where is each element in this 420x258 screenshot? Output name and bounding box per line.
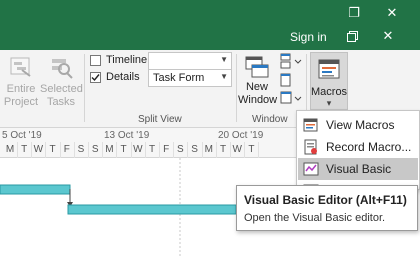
day-label: S	[177, 144, 184, 155]
switch-windows-icon	[280, 91, 302, 104]
day-label: T	[49, 144, 56, 155]
day-label: W	[232, 144, 242, 155]
ribbon-display-options-button[interactable]	[334, 24, 370, 48]
restore-button[interactable]: ❐	[336, 0, 372, 26]
group-separator	[84, 54, 85, 122]
chevron-down-icon: ▾	[326, 98, 332, 108]
macros-icon	[318, 59, 340, 79]
selected-tasks-icon	[52, 59, 73, 79]
record-macro-item[interactable]: Record Macro...	[298, 136, 418, 158]
switch-windows-button[interactable]	[278, 90, 304, 108]
visual-basic-icon	[303, 162, 319, 176]
view-macros-item[interactable]: View Macros	[298, 114, 418, 136]
timeline-label: Timeline	[106, 54, 148, 66]
close-icon: ✕	[382, 28, 394, 43]
arrange-windows-icon	[280, 53, 302, 69]
hide-window-button[interactable]	[278, 72, 304, 90]
restore-icon: ❐	[348, 5, 360, 20]
window-group-label: Window	[252, 114, 288, 125]
split-view-group-label: Split View	[138, 114, 182, 125]
chevron-down-icon: ▼	[220, 72, 228, 81]
window-close-button[interactable]: ✕	[370, 24, 406, 48]
ribbon-display-icon	[346, 30, 358, 42]
close-button[interactable]: ✕	[374, 0, 410, 26]
day-label: T	[120, 144, 127, 155]
new-window-button[interactable]: New Window	[238, 52, 277, 112]
day-label: S	[77, 144, 85, 155]
tooltip-description: Open the Visual Basic editor.	[244, 212, 386, 224]
macros-label: Macros	[311, 86, 348, 98]
day-label: F	[63, 144, 70, 155]
view-macros-icon	[303, 118, 318, 132]
check-icon	[91, 74, 100, 82]
day-label: T	[248, 144, 255, 155]
day-label: M	[5, 144, 15, 155]
day-label: M	[105, 144, 114, 155]
timeline-checkbox[interactable]	[90, 55, 101, 66]
day-label: W	[133, 144, 143, 155]
details-view-combo[interactable]: Task Form ▼	[148, 69, 232, 87]
week-label: 13 Oct '19	[104, 130, 150, 141]
group-separator	[236, 54, 237, 122]
gantt-bar	[0, 184, 71, 195]
record-macro-icon	[304, 139, 317, 155]
week-label: 5 Oct '19	[2, 130, 42, 141]
arrange-all-button[interactable]	[278, 53, 304, 71]
details-view-value: Task Form	[153, 72, 205, 84]
entire-project-button[interactable]: Entire Project	[2, 52, 40, 112]
details-checkbox[interactable]	[90, 72, 101, 83]
ribbon-tab-row: Sign in ✕	[0, 26, 420, 50]
day-label: S	[191, 144, 198, 155]
sign-in-link[interactable]: Sign in	[290, 30, 327, 44]
tooltip-title: Visual Basic Editor (Alt+F11)	[244, 193, 407, 207]
day-separator	[258, 142, 260, 158]
day-label: T	[219, 144, 227, 155]
selected-tasks-button[interactable]: Selected Tasks	[40, 52, 83, 112]
visual-basic-item[interactable]: Visual Basic	[298, 158, 418, 180]
timeline-view-combo[interactable]: ▼	[148, 52, 232, 70]
week-label: 20 Oct '19	[218, 130, 264, 141]
chevron-down-icon: ▼	[220, 55, 228, 64]
new-window-icon	[245, 56, 269, 78]
day-label: W	[33, 144, 44, 155]
macros-menu: View Macros Record Macro... Visual Basic	[296, 110, 420, 190]
details-label: Details	[106, 71, 140, 83]
entire-project-icon	[10, 57, 31, 77]
title-bar: ❐ ✕ Sign in ✕	[0, 0, 420, 50]
day-label: F	[163, 144, 170, 155]
close-icon: ✕	[386, 5, 398, 20]
macros-button[interactable]: Macros ▾	[310, 52, 348, 110]
day-label: T	[21, 144, 28, 155]
day-label: S	[91, 144, 99, 155]
day-label: M	[204, 144, 213, 155]
hide-window-icon	[280, 73, 291, 87]
gantt-bar	[67, 204, 237, 215]
visual-basic-tooltip: Visual Basic Editor (Alt+F11) Open the V…	[236, 185, 418, 231]
day-label: T	[148, 144, 156, 155]
